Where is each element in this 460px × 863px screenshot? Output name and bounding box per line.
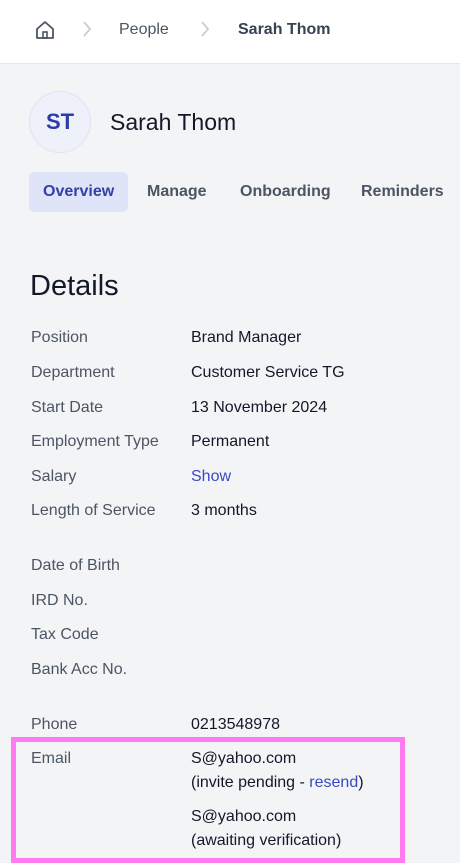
invite-pending-text: (invite pending - <box>191 774 310 791</box>
start-date-value: 13 November 2024 <box>191 399 328 416</box>
tab-overview[interactable]: Overview <box>29 172 129 212</box>
email-verification-status: (awaiting verification) <box>191 832 342 849</box>
tax-code-label: Tax Code <box>31 626 99 643</box>
home-icon[interactable] <box>34 19 56 41</box>
salary-show-link[interactable]: Show <box>191 467 231 487</box>
tab-onboarding[interactable]: Onboarding <box>226 172 345 212</box>
chevron-right-icon <box>201 21 210 37</box>
person-name: Sarah Thom <box>110 109 237 135</box>
details-heading: Details <box>30 270 119 302</box>
employment-type-label: Employment Type <box>31 433 159 450</box>
chevron-right-icon <box>83 21 92 37</box>
tab-reminders[interactable]: Reminders <box>347 172 458 212</box>
resend-link[interactable]: resend <box>309 774 358 791</box>
email-invite-status: (invite pending - resend) <box>191 773 364 793</box>
invite-pending-close: ) <box>358 774 364 791</box>
phone-value: 0213548978 <box>191 716 280 733</box>
department-label: Department <box>31 364 115 381</box>
employment-type-value: Permanent <box>191 433 270 450</box>
phone-label: Phone <box>31 716 78 733</box>
tab-manage[interactable]: Manage <box>133 172 221 212</box>
length-of-service-value: 3 months <box>191 502 257 519</box>
length-of-service-label: Length of Service <box>31 502 156 519</box>
date-of-birth-label: Date of Birth <box>31 557 120 574</box>
department-value: Customer Service TG <box>191 364 345 381</box>
position-label: Position <box>31 329 88 346</box>
salary-label: Salary <box>31 468 77 485</box>
email-primary-value: S@yahoo.com <box>191 750 297 767</box>
ird-no-label: IRD No. <box>31 592 88 609</box>
start-date-label: Start Date <box>31 399 104 416</box>
email-label: Email <box>31 750 72 767</box>
avatar: ST <box>29 91 91 153</box>
breadcrumb-current: Sarah Thom <box>238 21 331 38</box>
position-value: Brand Manager <box>191 329 302 346</box>
breadcrumb-people[interactable]: People <box>119 20 169 40</box>
breadcrumb: People Sarah Thom <box>0 0 460 64</box>
bank-acc-no-label: Bank Acc No. <box>31 661 128 678</box>
email-secondary-value: S@yahoo.com <box>191 808 297 825</box>
